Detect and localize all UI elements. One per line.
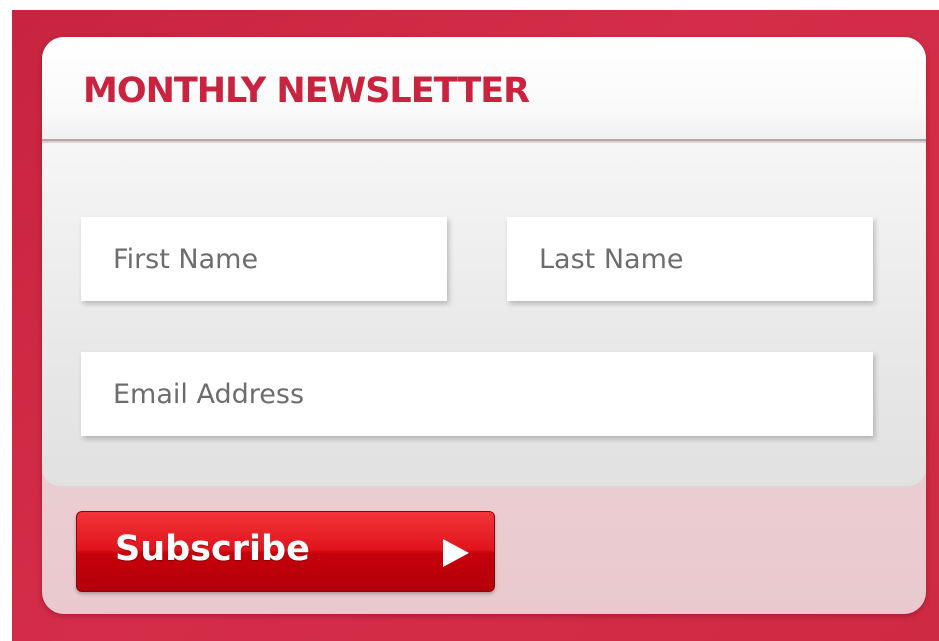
card-header: MONTHLY NEWSLETTER (42, 37, 926, 144)
first-name-input[interactable] (81, 217, 447, 301)
email-address-input[interactable] (81, 352, 873, 436)
form-area (42, 143, 926, 486)
newsletter-card: MONTHLY NEWSLETTER Subscribe (42, 37, 926, 614)
play-arrow-icon (443, 539, 469, 567)
last-name-input[interactable] (507, 217, 873, 301)
subscribe-button[interactable]: Subscribe (76, 511, 495, 592)
newsletter-frame: MONTHLY NEWSLETTER Subscribe (12, 10, 939, 641)
newsletter-title: MONTHLY NEWSLETTER (83, 71, 530, 111)
subscribe-button-label: Subscribe (115, 529, 310, 569)
